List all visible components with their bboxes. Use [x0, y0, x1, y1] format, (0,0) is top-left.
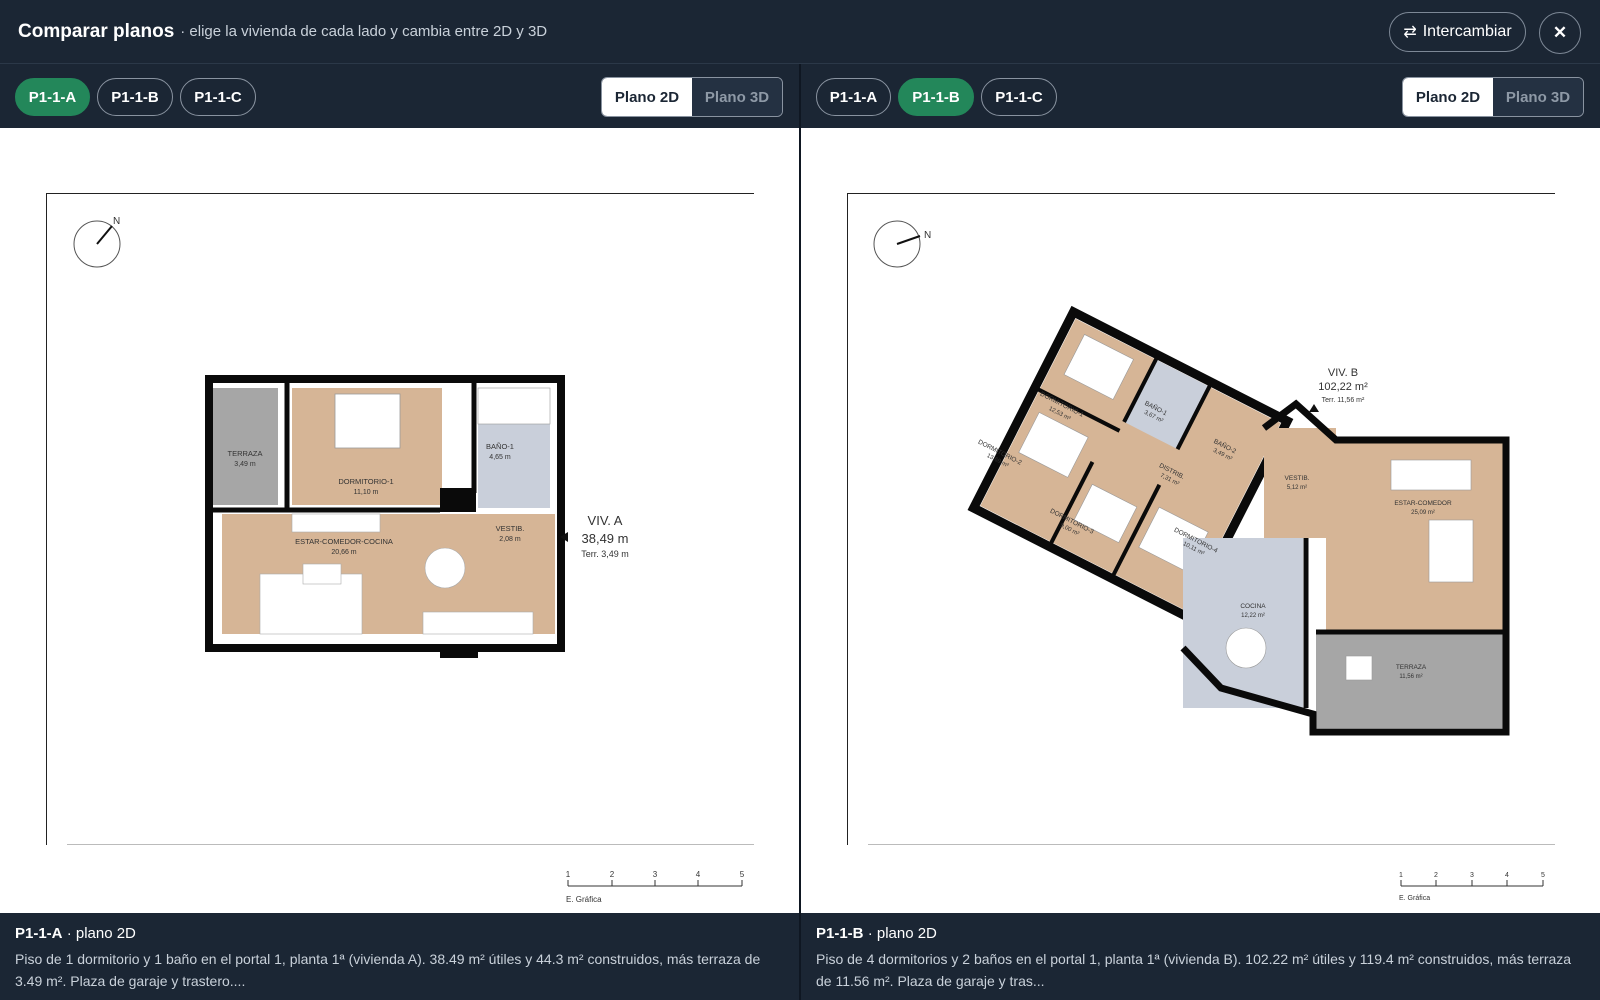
swap-button[interactable]: ⇄ Intercambiar	[1389, 12, 1526, 52]
terrace-floor	[212, 388, 278, 505]
room-area: 25,09 m²	[1411, 510, 1435, 516]
right-view-toggle: Plano 2D Plano 3D	[1402, 77, 1584, 117]
room-name: ESTAR-COMEDOR	[1394, 500, 1452, 507]
room-name: VESTIB.	[1285, 475, 1310, 482]
north-arrow-icon: N	[873, 220, 931, 268]
left-plano-2d-button[interactable]: Plano 2D	[602, 78, 692, 116]
wall-column	[440, 488, 476, 512]
left-view-toggle: Plano 2D Plano 3D	[601, 77, 783, 117]
left-tab-p1-1-c[interactable]: P1-1-C	[180, 78, 256, 116]
left-info-panel: P1-1-A · plano 2D Piso de 1 dormitorio y…	[0, 913, 799, 1000]
counter-icon	[291, 513, 381, 533]
scale-bar: 1 2 3 4 5 E. Gráfica	[1399, 872, 1545, 902]
bed-icon	[334, 393, 401, 449]
right-info-heading: P1-1-B · plano 2D	[816, 925, 1585, 942]
scale-tick: 2	[610, 870, 615, 879]
right-tab-p1-1-b[interactable]: P1-1-B	[898, 78, 974, 116]
entry-marker-icon	[1309, 404, 1319, 412]
right-info-panel: P1-1-B · plano 2D Piso de 4 dormitorios …	[801, 913, 1600, 1000]
swap-icon: ⇄	[1403, 24, 1417, 41]
bathtub-icon	[477, 387, 551, 425]
room-area: 11,10 m	[354, 489, 379, 496]
kitchen-table-icon	[1225, 627, 1267, 669]
north-arrow-icon: N	[73, 216, 121, 268]
room-name: VESTIB.	[496, 524, 525, 533]
room-area: 12,22 m²	[1241, 613, 1265, 619]
room-name: TERRAZA	[1396, 664, 1427, 671]
right-info-description: Piso de 4 dormitorios y 2 baños en el po…	[816, 951, 1572, 989]
left-plan-canvas: N TERRAZA 3,49 m DORMITORIO-1 11,10 m BA…	[0, 128, 799, 913]
room-area: 4,65 m	[489, 454, 511, 461]
room-name: COCINA	[1240, 603, 1266, 610]
north-label: N	[113, 216, 120, 227]
left-pane-toolbar: P1-1-A P1-1-B P1-1-C Plano 2D Plano 3D	[0, 64, 799, 128]
scale-tick: 5	[1541, 872, 1545, 879]
left-floor-plan: N TERRAZA 3,49 m DORMITORIO-1 11,10 m BA…	[73, 216, 745, 904]
right-floor-plan: N DORMITORIO-1 12,53 m² BAÑO-1 3,67 m² B…	[873, 220, 1545, 902]
unit-terrace: Terr. 3,49 m	[581, 549, 629, 559]
right-pane: P1-1-A P1-1-B P1-1-C Plano 2D Plano 3D N	[801, 64, 1600, 1000]
left-info-heading: P1-1-A · plano 2D	[15, 925, 784, 942]
coffee-table-icon	[302, 563, 342, 585]
scale-tick: 5	[740, 870, 745, 879]
left-tab-p1-1-b[interactable]: P1-1-B	[97, 78, 173, 116]
top-bar: Comparar planos · elige la vivienda de c…	[0, 0, 1600, 64]
scale-tick: 1	[566, 870, 571, 879]
scale-label: E. Gráfica	[566, 895, 602, 904]
page-subtitle: · elige la vivienda de cada lado y cambi…	[180, 23, 548, 40]
room-area: 2,08 m	[499, 536, 521, 543]
right-tab-p1-1-c[interactable]: P1-1-C	[981, 78, 1057, 116]
room-name: TERRAZA	[227, 449, 262, 458]
left-tab-p1-1-a[interactable]: P1-1-A	[15, 78, 90, 116]
sofa-icon	[1428, 519, 1474, 583]
left-info-code: P1-1-A	[15, 925, 63, 942]
dining-table-icon	[424, 547, 466, 589]
unit-area: 38,49 m	[582, 531, 629, 546]
right-plan-canvas: N DORMITORIO-1 12,53 m² BAÑO-1 3,67 m² B…	[801, 128, 1600, 913]
right-info-code: P1-1-B	[816, 925, 864, 942]
left-info-description: Piso de 1 dormitorio y 1 baño en el port…	[15, 951, 761, 989]
page-title: Comparar planos	[18, 20, 175, 42]
wall-column	[440, 646, 478, 658]
kitchen-floor	[1183, 538, 1303, 708]
north-label: N	[924, 230, 931, 241]
scale-tick: 4	[696, 870, 701, 879]
scale-tick: 3	[653, 870, 658, 879]
scale-bar: 1 2 3 4 5 E. Gráfica	[566, 870, 745, 904]
room-area: 11,56 m²	[1399, 674, 1422, 680]
scale-tick: 2	[1434, 872, 1438, 879]
right-pane-toolbar: P1-1-A P1-1-B P1-1-C Plano 2D Plano 3D	[801, 64, 1600, 128]
unit-label: VIV. B	[1328, 367, 1358, 379]
close-button[interactable]: ✕	[1539, 12, 1581, 54]
swap-label: Intercambiar	[1422, 23, 1512, 40]
scale-label: E. Gráfica	[1399, 895, 1430, 902]
unit-area: 102,22 m²	[1318, 381, 1368, 393]
room-name: DORMITORIO-1	[338, 477, 393, 486]
bath-floor	[478, 424, 550, 508]
unit-terrace: Terr. 11,56 m²	[1322, 397, 1365, 404]
unit-label: VIV. A	[588, 513, 623, 528]
room-name: ESTAR-COMEDOR-COCINA	[295, 537, 393, 546]
room-area: 3,49 m	[234, 461, 256, 468]
room-area: 5,12 m²	[1287, 485, 1307, 491]
room-area: 20,66 m	[331, 549, 356, 556]
scale-tick: 3	[1470, 872, 1474, 879]
close-icon: ✕	[1552, 23, 1568, 42]
right-plano-3d-button[interactable]: Plano 3D	[1493, 78, 1583, 116]
left-plano-3d-button[interactable]: Plano 3D	[692, 78, 782, 116]
room-name: BAÑO-1	[486, 442, 514, 451]
scale-tick: 1	[1399, 872, 1403, 879]
dining-table-icon	[1390, 459, 1472, 491]
right-plano-2d-button[interactable]: Plano 2D	[1403, 78, 1493, 116]
scale-tick: 4	[1505, 872, 1509, 879]
kitchen-counter-icon	[422, 611, 534, 635]
right-tab-p1-1-a[interactable]: P1-1-A	[816, 78, 891, 116]
vestibule-floor	[1264, 428, 1336, 538]
terrace-table-icon	[1345, 655, 1373, 681]
left-pane: P1-1-A P1-1-B P1-1-C Plano 2D Plano 3D N	[0, 64, 799, 1000]
right-info-view: · plano 2D	[867, 925, 937, 942]
terrace-floor	[1316, 632, 1504, 728]
left-info-view: · plano 2D	[66, 925, 136, 942]
